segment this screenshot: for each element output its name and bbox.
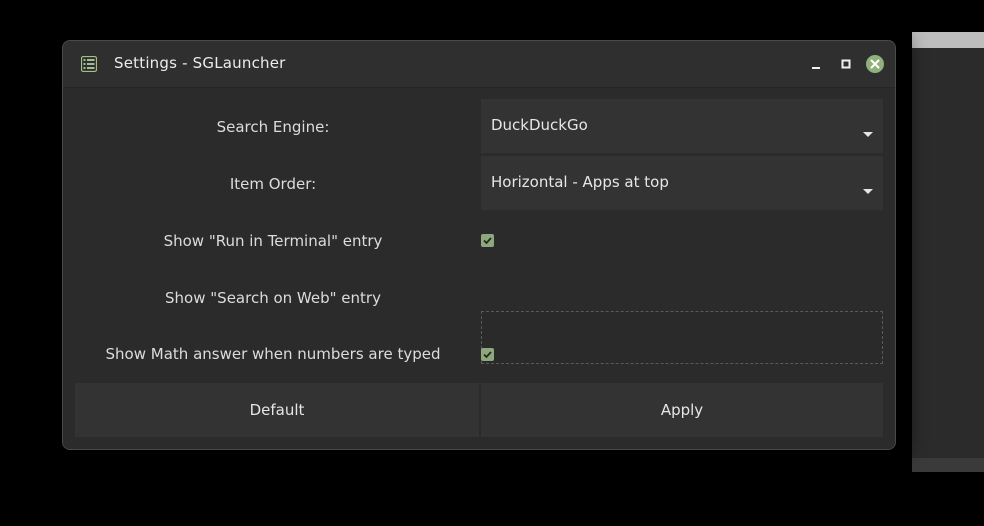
close-icon[interactable] [866, 55, 884, 73]
window-title: Settings - SGLauncher [114, 54, 286, 72]
background-window-edge-bottom [912, 458, 984, 472]
checkmark-icon [483, 237, 492, 245]
default-button[interactable]: Default [75, 383, 479, 437]
run-in-terminal-label: Show "Run in Terminal" entry [163, 232, 383, 250]
search-engine-select[interactable]: DuckDuckGo [481, 99, 883, 153]
math-answer-label: Show Math answer when numbers are typed [105, 345, 441, 363]
settings-list-icon [80, 55, 98, 73]
item-order-label: Item Order: [229, 175, 317, 193]
apply-button[interactable]: Apply [481, 383, 883, 437]
search-engine-value: DuckDuckGo [491, 116, 588, 134]
search-on-web-field[interactable] [481, 311, 883, 364]
title-bar[interactable]: Settings - SGLauncher [63, 41, 895, 88]
math-answer-checkbox[interactable] [481, 348, 494, 361]
settings-window: Settings - SGLauncher Search Engine: Duc… [62, 40, 896, 450]
background-window [912, 48, 984, 458]
run-in-terminal-checkbox[interactable] [481, 234, 494, 247]
chevron-down-icon [863, 123, 873, 137]
search-engine-label: Search Engine: [216, 118, 330, 136]
settings-content: Search Engine: DuckDuckGo Item Order: Ho… [63, 88, 895, 449]
item-order-select[interactable]: Horizontal - Apps at top [481, 156, 883, 210]
item-order-value: Horizontal - Apps at top [491, 173, 669, 191]
chevron-down-icon [863, 180, 873, 194]
background-window-edge [912, 32, 984, 48]
search-on-web-label: Show "Search on Web" entry [165, 289, 381, 307]
minimize-icon[interactable] [807, 55, 825, 73]
maximize-icon[interactable] [837, 55, 855, 73]
checkmark-icon [483, 351, 492, 359]
